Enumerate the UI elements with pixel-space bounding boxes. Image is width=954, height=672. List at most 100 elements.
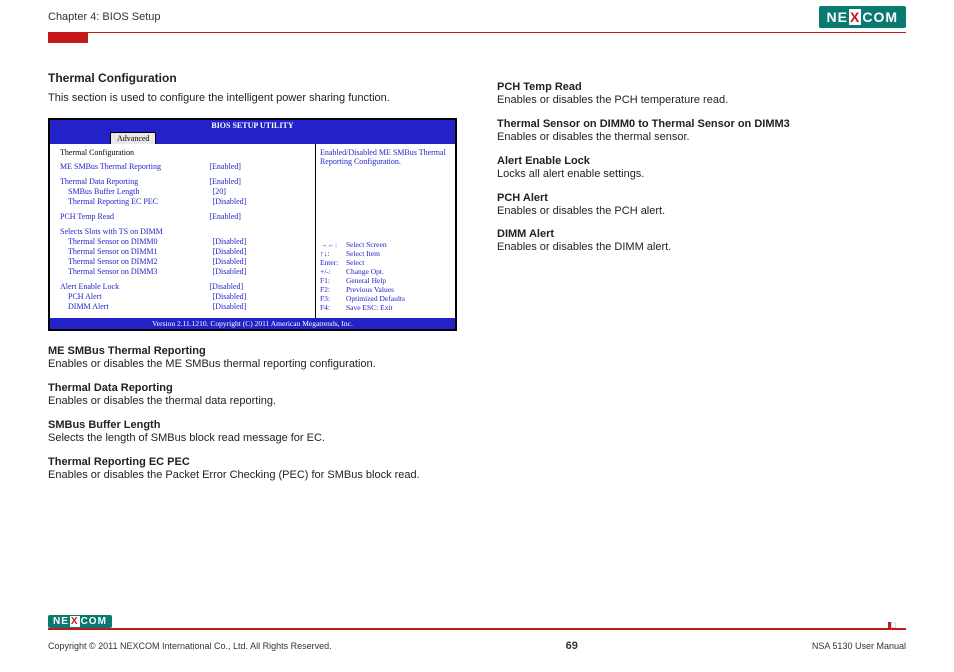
bios-help-key: ↑↓:	[320, 249, 346, 258]
bios-help-key: F3:	[320, 294, 346, 303]
item-desc: Selects the length of SMBus block read m…	[48, 431, 457, 446]
bios-screenshot: BIOS SETUP UTILITY Advanced Thermal Conf…	[48, 118, 457, 331]
bios-help-key: Enter:	[320, 258, 346, 267]
bios-row: PCH Temp Read[Enabled]	[60, 212, 309, 222]
item-title: Thermal Reporting EC PEC	[48, 456, 457, 468]
left-column: Thermal Configuration This section is us…	[48, 71, 457, 483]
bios-row-value: [Enabled]	[209, 212, 309, 222]
bios-help-key: F2:	[320, 285, 346, 294]
red-tab-marker	[48, 33, 88, 43]
bios-help-value: Select Item	[346, 249, 380, 258]
bios-tab-advanced: Advanced	[110, 132, 156, 144]
item-title: PCH Temp Read	[497, 81, 906, 93]
section-desc: This section is used to configure the in…	[48, 91, 457, 106]
bios-row-value: [20]	[213, 187, 309, 197]
bios-row-label: Thermal Reporting EC PEC	[60, 197, 213, 207]
item-desc: Locks all alert enable settings.	[497, 167, 906, 182]
bios-title-bar: BIOS SETUP UTILITY	[50, 120, 455, 131]
bios-row-value: [Disabled]	[213, 257, 309, 267]
bios-row-value: [Disabled]	[213, 302, 309, 312]
bios-help-value: Select	[346, 258, 364, 267]
page-header: Chapter 4: BIOS Setup NEXCOM	[0, 0, 954, 28]
bios-tab-bar: Advanced	[50, 131, 455, 144]
right-items: PCH Temp ReadEnables or disables the PCH…	[497, 81, 906, 255]
bios-row-value: [Disabled]	[213, 267, 309, 277]
brand-logo: NEXCOM	[819, 6, 906, 28]
footer-divider	[48, 628, 906, 630]
bios-row-label: PCH Temp Read	[60, 212, 209, 222]
item-title: Thermal Data Reporting	[48, 382, 457, 394]
logo-part-right: COM	[862, 9, 898, 25]
bios-rows: ME SMBus Thermal Reporting[Enabled]Therm…	[60, 162, 309, 312]
bios-row-value: [Disabled]	[213, 247, 309, 257]
header-divider	[48, 32, 906, 33]
bios-row: PCH Alert[Disabled]	[60, 292, 309, 302]
bios-row-label: Thermal Sensor on DIMM1	[60, 247, 213, 257]
bios-help-key: +/-:	[320, 267, 346, 276]
page-footer: Copyright © 2011 NEXCOM International Co…	[48, 640, 906, 652]
logo-part-x: X	[849, 9, 861, 25]
bios-left-panel: Thermal Configuration ME SMBus Thermal R…	[50, 144, 316, 318]
bios-row: Thermal Sensor on DIMM2[Disabled]	[60, 257, 309, 267]
footer-logo-left: NE	[53, 616, 69, 627]
bios-row-label: PCH Alert	[60, 292, 213, 302]
bios-row-label: ME SMBus Thermal Reporting	[60, 162, 209, 172]
bios-row-value: [Disabled]	[213, 197, 309, 207]
bios-body: Thermal Configuration ME SMBus Thermal R…	[50, 144, 455, 318]
item-desc: Enables or disables the DIMM alert.	[497, 240, 906, 255]
bios-help-row: F3:Optimized Defaults	[320, 294, 451, 303]
left-items: ME SMBus Thermal ReportingEnables or dis…	[48, 345, 457, 482]
bios-row-value	[209, 227, 309, 237]
bios-help-value: Optimized Defaults	[346, 294, 405, 303]
chapter-label: Chapter 4: BIOS Setup	[48, 11, 161, 23]
bios-help-row: ↑↓:Select Item	[320, 249, 451, 258]
item-desc: Enables or disables the Packet Error Che…	[48, 468, 457, 483]
content-columns: Thermal Configuration This section is us…	[0, 43, 954, 483]
bios-help-key: F4:	[320, 303, 346, 312]
bios-help-key: →←:	[320, 240, 346, 249]
bios-help-key: F1:	[320, 276, 346, 285]
page-number: 69	[566, 640, 578, 652]
bios-row-label: Selects Slots with TS on DIMM	[60, 227, 209, 237]
bios-heading: Thermal Configuration	[60, 148, 309, 157]
bios-row: Thermal Sensor on DIMM1[Disabled]	[60, 247, 309, 257]
bios-row-value: [Disabled]	[213, 237, 309, 247]
bios-help-value: General Help	[346, 276, 386, 285]
logo-part-left: NE	[827, 9, 848, 25]
bios-row-label: Alert Enable Lock	[60, 282, 209, 292]
bios-row-label: Thermal Data Reporting	[60, 177, 209, 187]
bios-row: DIMM Alert[Disabled]	[60, 302, 309, 312]
footer-logo: NEXCOM	[48, 615, 112, 628]
item-title: PCH Alert	[497, 192, 906, 204]
bios-row: Thermal Sensor on DIMM0[Disabled]	[60, 237, 309, 247]
item-desc: Enables or disables the PCH temperature …	[497, 93, 906, 108]
copyright-text: Copyright © 2011 NEXCOM International Co…	[48, 641, 332, 651]
bios-row-label: Thermal Sensor on DIMM3	[60, 267, 213, 277]
bios-help-row: Enter:Select	[320, 258, 451, 267]
bios-row: Thermal Sensor on DIMM3[Disabled]	[60, 267, 309, 277]
item-title: Alert Enable Lock	[497, 155, 906, 167]
bios-key-help: →←:Select Screen↑↓:Select ItemEnter:Sele…	[320, 240, 451, 312]
bios-help-row: F2:Previous Values	[320, 285, 451, 294]
section-title: Thermal Configuration	[48, 71, 457, 85]
bios-row: SMBus Buffer Length[20]	[60, 187, 309, 197]
bios-help-value: Previous Values	[346, 285, 394, 294]
item-title: Thermal Sensor on DIMM0 to Thermal Senso…	[497, 118, 906, 130]
bios-row-value: [Disabled]	[209, 282, 309, 292]
bios-help-text: Enabled/Disabled ME SMBus Thermal Report…	[320, 148, 451, 166]
footer-logo-right: COM	[81, 616, 107, 627]
bios-row-label: DIMM Alert	[60, 302, 213, 312]
bios-help-row: +/-:Change Opt.	[320, 267, 451, 276]
bios-row: Selects Slots with TS on DIMM	[60, 227, 309, 237]
bios-right-panel: Enabled/Disabled ME SMBus Thermal Report…	[316, 144, 455, 318]
item-desc: Enables or disables the PCH alert.	[497, 204, 906, 219]
bios-row-label: Thermal Sensor on DIMM0	[60, 237, 213, 247]
item-desc: Enables or disables the ME SMBus thermal…	[48, 357, 457, 372]
item-title: SMBus Buffer Length	[48, 419, 457, 431]
bios-row: Alert Enable Lock[Disabled]	[60, 282, 309, 292]
item-desc: Enables or disables the thermal sensor.	[497, 130, 906, 145]
bios-row: Thermal Reporting EC PEC[Disabled]	[60, 197, 309, 207]
footer-logo-x: X	[70, 616, 80, 627]
manual-name: NSA 5130 User Manual	[812, 641, 906, 651]
bios-row-value: [Enabled]	[209, 162, 309, 172]
